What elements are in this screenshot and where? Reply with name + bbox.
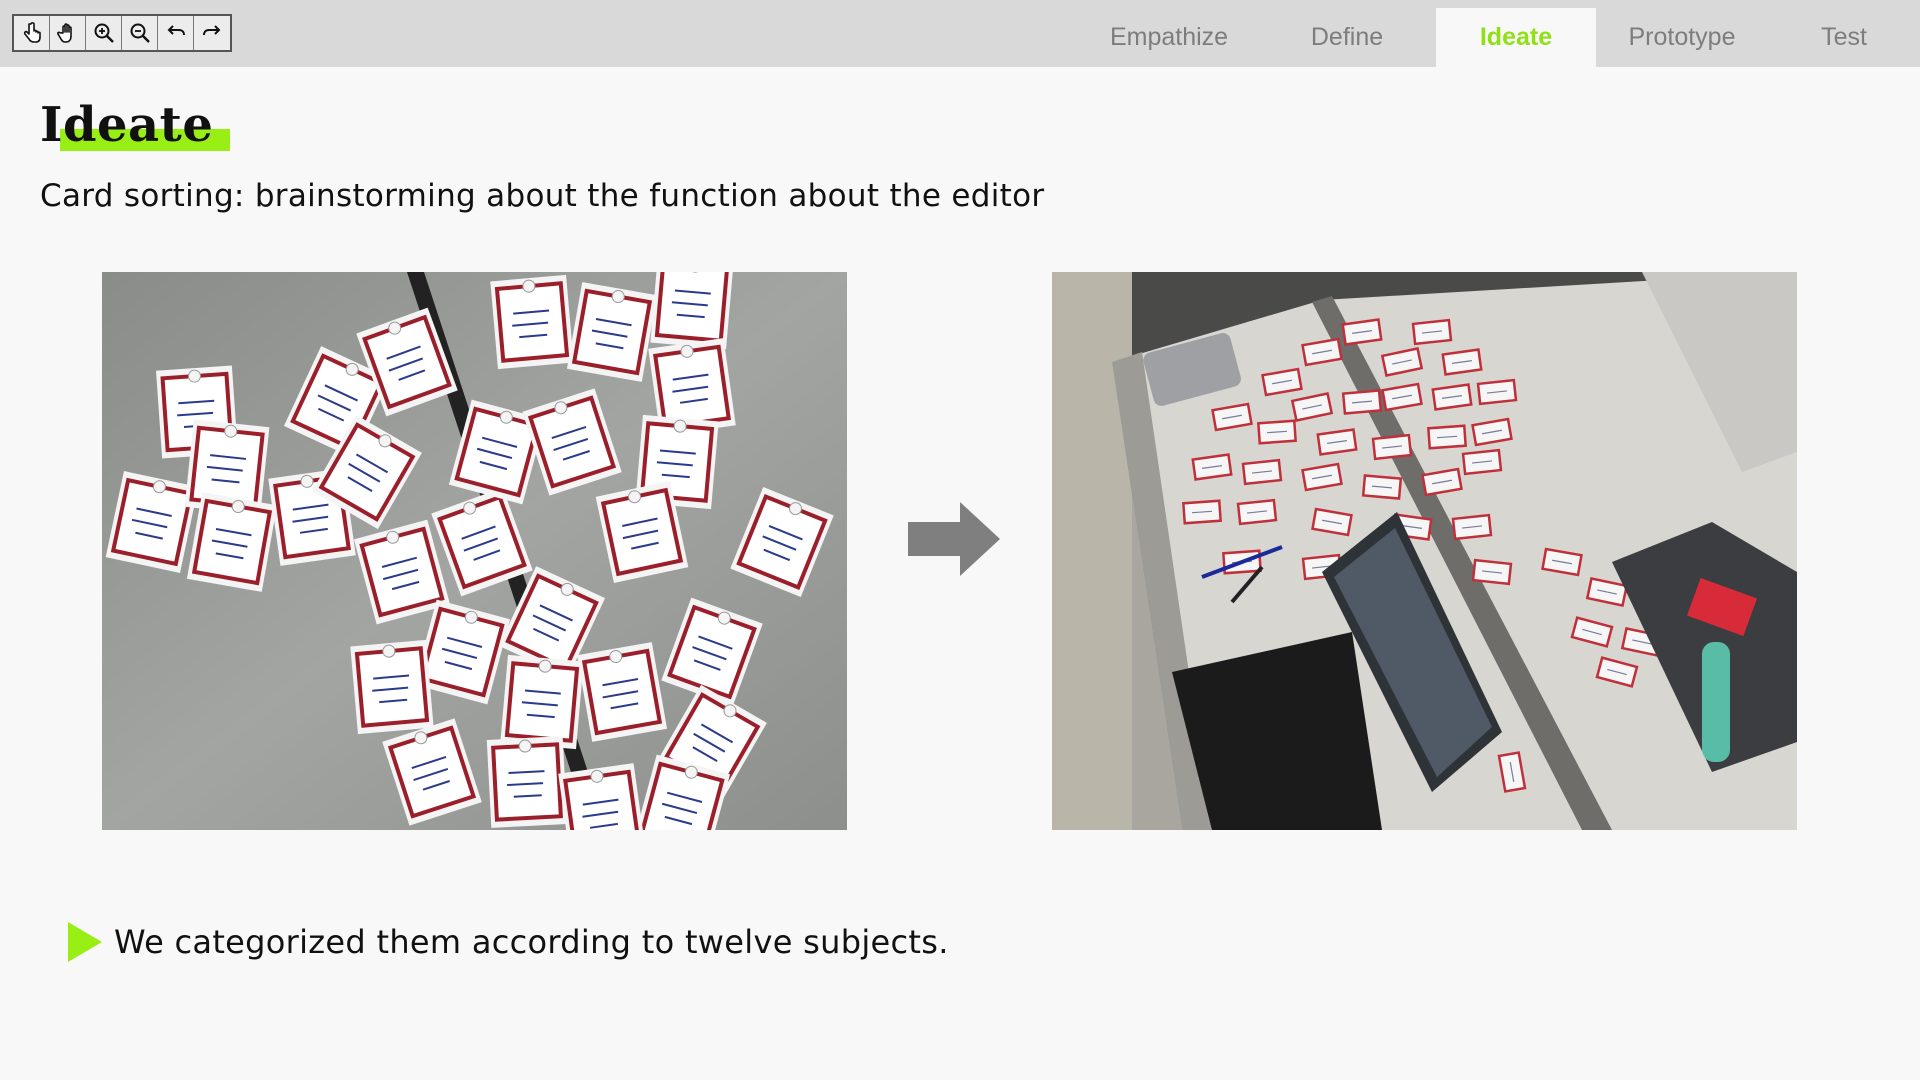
scattered-cards-photo — [102, 272, 847, 830]
tab-test[interactable]: Test — [1768, 8, 1920, 67]
page-subtitle: Card sorting: brainstorming about the fu… — [40, 178, 1045, 214]
tab-empathize[interactable]: Empathize — [1080, 8, 1258, 67]
right-arrow-icon — [908, 502, 1000, 580]
bullet-triangle-icon — [66, 921, 104, 967]
hand-icon — [56, 23, 72, 43]
tab-ideate[interactable]: Ideate — [1436, 8, 1596, 67]
undo-icon — [167, 25, 185, 36]
summary-note: We categorized them according to twelve … — [114, 923, 949, 961]
scattered-cards-image — [102, 272, 847, 830]
zoom-out-icon — [130, 23, 150, 43]
undo-tool-button[interactable] — [158, 16, 194, 50]
redo-tool-button[interactable] — [194, 16, 230, 50]
sorted-cards-photo — [1052, 272, 1797, 830]
page-title-block: Ideate — [40, 95, 230, 155]
zoom-out-tool-button[interactable] — [122, 16, 158, 50]
pan-tool-button[interactable] — [50, 16, 86, 50]
phase-tabs: Empathize Define Ideate Prototype Test — [1080, 8, 1920, 67]
page-title: Ideate — [40, 97, 214, 153]
zoom-in-icon — [94, 23, 114, 43]
pointer-tool-button[interactable] — [14, 16, 50, 50]
redo-icon — [203, 25, 221, 36]
zoom-in-tool-button[interactable] — [86, 16, 122, 50]
sorted-cards-image — [1052, 272, 1797, 830]
top-bar: Empathize Define Ideate Prototype Test — [0, 0, 1920, 67]
pointer-hand-icon — [23, 22, 41, 43]
tab-prototype[interactable]: Prototype — [1596, 8, 1768, 67]
tab-define[interactable]: Define — [1258, 8, 1436, 67]
toolbar — [12, 14, 232, 52]
